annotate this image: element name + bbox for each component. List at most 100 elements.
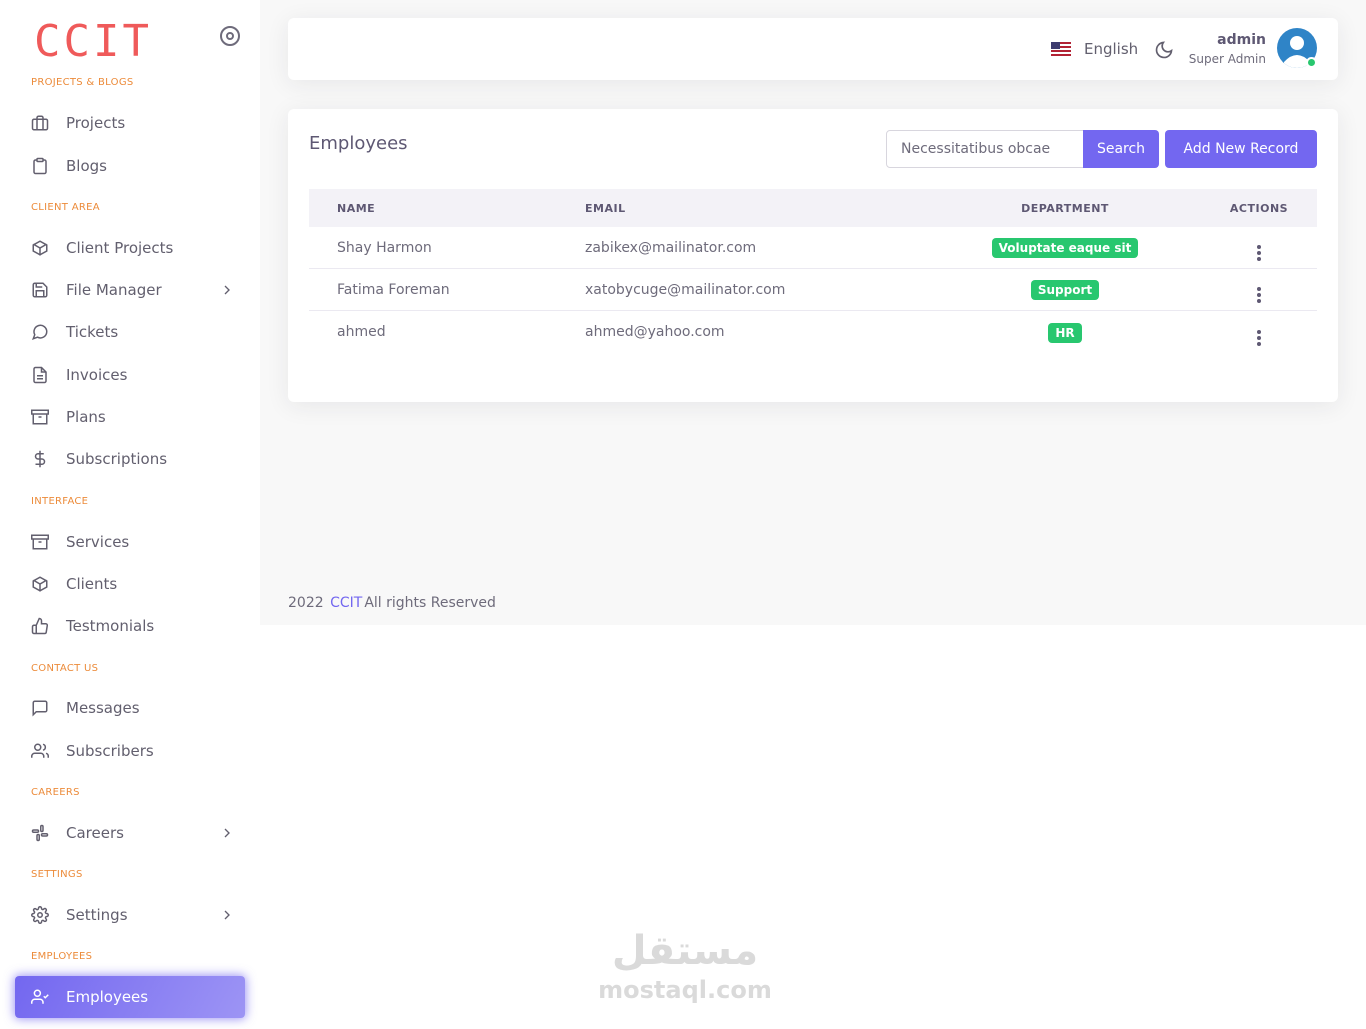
table-row: Fatima Foreman xatobycuge@mailinator.com…	[309, 269, 1317, 311]
thumbs-up-icon	[30, 616, 50, 636]
box-icon	[30, 238, 50, 258]
sidebar-item-label: Settings	[66, 906, 128, 924]
logo[interactable]: CCIT	[34, 20, 152, 64]
sidebar-item-employees[interactable]: Employees	[15, 976, 245, 1018]
employee-name: Fatima Foreman	[337, 281, 450, 298]
user-name[interactable]: admin	[1217, 32, 1266, 48]
archive-icon	[30, 407, 50, 427]
search-input[interactable]	[886, 130, 1084, 168]
table-row: ahmed ahmed@yahoo.com HR	[309, 311, 1317, 353]
clipboard-icon	[30, 156, 50, 176]
sidebar-item-label: Services	[66, 533, 130, 551]
department-cell: Support	[939, 279, 1191, 300]
sidebar-item-subscriptions[interactable]: Subscriptions	[15, 438, 245, 480]
chevron-right-icon	[224, 828, 230, 838]
section-projects-blogs: PROJECTS & BLOGS	[31, 77, 134, 88]
slack-icon	[30, 823, 50, 843]
sidebar-item-label: Testmonials	[66, 617, 155, 635]
page-title: Employees	[309, 133, 408, 154]
watermark-arabic: مستقل	[611, 928, 759, 974]
table-row: Shay Harmon zabikex@mailinator.com Volup…	[309, 227, 1317, 269]
message-circle-icon	[30, 322, 50, 342]
table-header: NAME EMAIL DEPARTMENT ACTIONS	[309, 189, 1317, 227]
actions-cell	[1209, 276, 1309, 303]
chevron-right-icon	[224, 910, 230, 920]
section-careers: CAREERS	[31, 787, 80, 798]
sidebar-item-label: Tickets	[66, 323, 119, 341]
save-icon	[30, 280, 50, 300]
sidebar-item-label: Clients	[66, 575, 118, 593]
sidebar-item-label: Careers	[66, 824, 124, 842]
section-contact-us: CONTACT US	[31, 663, 99, 674]
language-selector[interactable]: English	[1084, 40, 1138, 58]
more-vertical-icon[interactable]	[1257, 329, 1261, 346]
add-new-record-button[interactable]: Add New Record	[1165, 130, 1317, 168]
sidebar-item-projects[interactable]: Projects	[15, 102, 245, 144]
footer-brand-link[interactable]: CCIT	[330, 595, 362, 611]
actions-cell	[1209, 319, 1309, 346]
department-cell: Voluptate eaque sit	[939, 237, 1191, 258]
sidebar-item-label: Projects	[66, 114, 126, 132]
sidebar-item-file-manager[interactable]: File Manager	[15, 269, 245, 311]
box-icon	[30, 574, 50, 594]
sidebar-item-settings[interactable]: Settings	[15, 894, 245, 936]
section-client-area: CLIENT AREA	[31, 202, 100, 213]
sidebar-item-clients[interactable]: Clients	[15, 563, 245, 605]
sidebar-item-label: Subscriptions	[66, 450, 168, 468]
sidebar-item-invoices[interactable]: Invoices	[15, 354, 245, 396]
us-flag-icon[interactable]	[1051, 42, 1071, 56]
sidebar-item-messages[interactable]: Messages	[15, 687, 245, 729]
sidebar-item-tickets[interactable]: Tickets	[15, 311, 245, 353]
watermark-latin: mostaql.com	[598, 976, 772, 1004]
section-settings: SETTINGS	[31, 869, 83, 880]
employees-card: Employees Search Add New Record NAME EMA…	[288, 109, 1338, 402]
message-square-icon	[30, 698, 50, 718]
column-header-department[interactable]: DEPARTMENT	[939, 202, 1191, 215]
employee-email: ahmed@yahoo.com	[585, 324, 725, 340]
column-header-name[interactable]: NAME	[337, 202, 375, 215]
actions-cell	[1209, 234, 1309, 261]
sidebar-item-label: Plans	[66, 408, 106, 426]
footer-text: All rights Reserved	[364, 595, 496, 611]
sidebar-item-label: Invoices	[66, 366, 128, 384]
sidebar-item-client-projects[interactable]: Client Projects	[15, 227, 245, 269]
users-icon	[30, 741, 50, 761]
department-cell: HR	[939, 322, 1191, 343]
briefcase-icon	[30, 113, 50, 133]
watermark: مستقل mostaql.com	[595, 925, 775, 1003]
department-badge: Support	[1030, 280, 1100, 300]
sidebar-item-careers[interactable]: Careers	[15, 812, 245, 854]
sidebar-item-label: Messages	[66, 699, 140, 717]
section-employees: EMPLOYEES	[31, 951, 93, 962]
column-header-email[interactable]: EMAIL	[585, 202, 626, 215]
dollar-icon	[30, 449, 50, 469]
sidebar-item-label: Blogs	[66, 157, 107, 175]
sidebar-item-label: Client Projects	[66, 239, 174, 257]
user-role: Super Admin	[1188, 52, 1266, 66]
column-header-actions: ACTIONS	[1229, 201, 1289, 215]
sidebar-item-blogs[interactable]: Blogs	[15, 145, 245, 187]
department-badge: HR	[1048, 322, 1082, 343]
sidebar-item-subscribers[interactable]: Subscribers	[15, 730, 245, 772]
online-status-dot	[1306, 57, 1317, 68]
moon-icon[interactable]	[1154, 40, 1174, 60]
sidebar-item-label: Employees	[66, 988, 149, 1006]
more-vertical-icon[interactable]	[1257, 245, 1261, 261]
employees-table: NAME EMAIL DEPARTMENT ACTIONS Shay Harmo…	[309, 189, 1317, 353]
footer: 2022 CCIT All rights Reserved	[288, 595, 496, 611]
top-navbar: English admin Super Admin	[288, 18, 1338, 80]
collapse-sidebar-icon[interactable]	[220, 26, 240, 46]
sidebar-item-services[interactable]: Services	[15, 521, 245, 563]
sidebar: CCIT PROJECTS & BLOGS Projects Blogs CLI…	[0, 0, 260, 1029]
file-text-icon	[30, 365, 50, 385]
footer-year: 2022	[288, 595, 324, 611]
sidebar-item-testimonials[interactable]: Testmonials	[15, 605, 245, 647]
sidebar-item-label: File Manager	[66, 281, 162, 299]
employee-email: zabikex@mailinator.com	[585, 239, 757, 256]
chevron-right-icon	[224, 285, 230, 295]
more-vertical-icon[interactable]	[1257, 287, 1261, 303]
sidebar-item-plans[interactable]: Plans	[15, 396, 245, 438]
search-button[interactable]: Search	[1083, 130, 1159, 168]
section-interface: INTERFACE	[31, 496, 89, 507]
department-badge: Voluptate eaque sit	[991, 238, 1139, 258]
